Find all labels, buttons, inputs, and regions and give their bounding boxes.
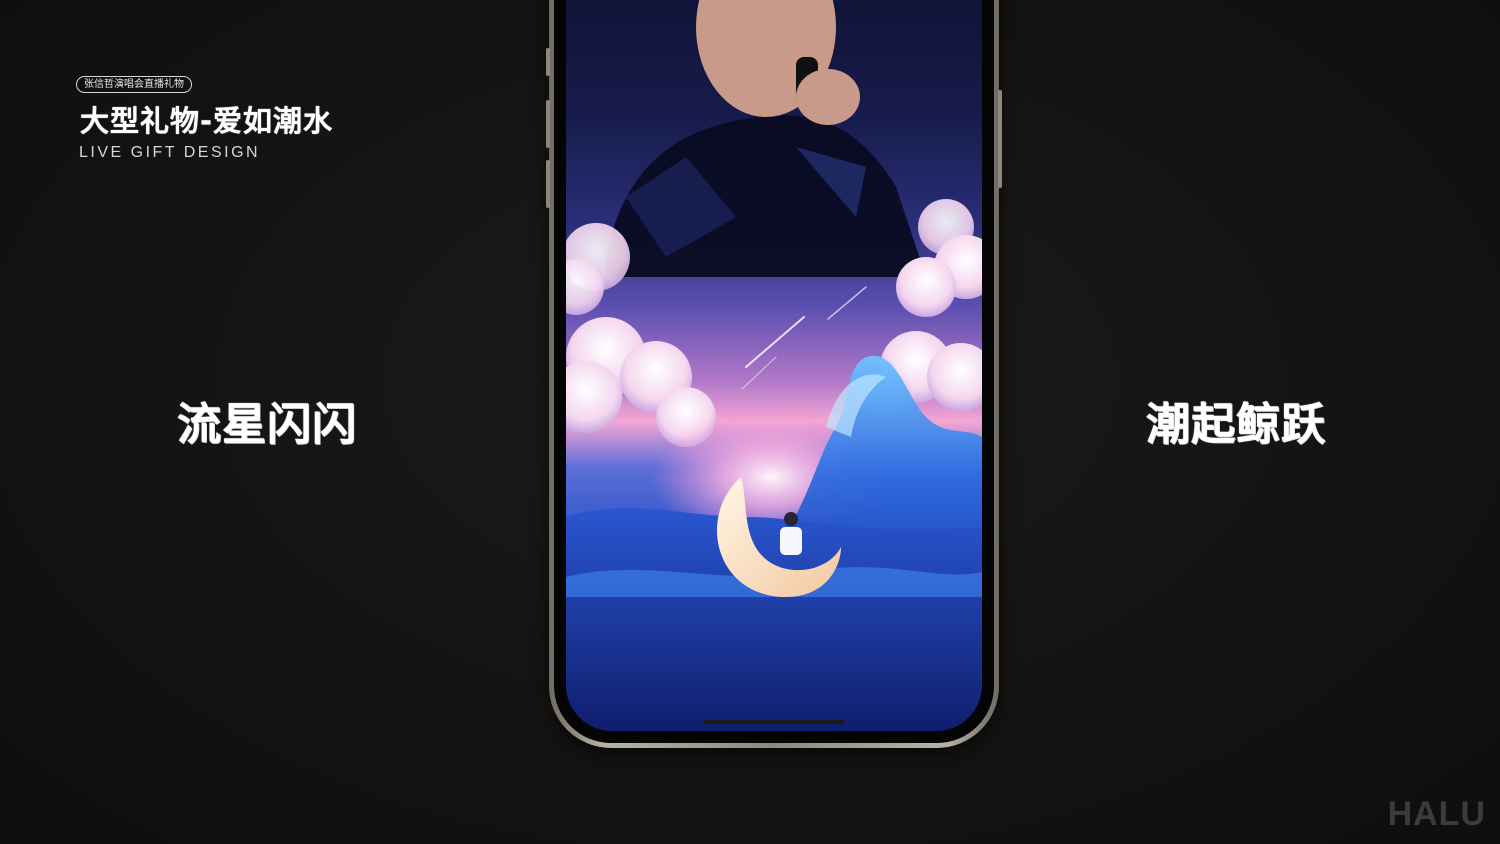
phone-screen bbox=[566, 0, 982, 731]
watermark-logo: HALU bbox=[1387, 795, 1486, 833]
phone-side-button bbox=[546, 48, 550, 76]
slide-canvas: 张信哲演唱会直播礼物 大型礼物-爱如潮水 LIVE GIFT DESIGN 流星… bbox=[0, 0, 1500, 844]
phone-power-button bbox=[998, 90, 1002, 188]
page-subtitle: LIVE GIFT DESIGN bbox=[79, 144, 261, 161]
caption-meteor: 流星闪闪 bbox=[177, 399, 357, 450]
meteor-streaks bbox=[741, 286, 867, 390]
category-badge: 张信哲演唱会直播礼物 bbox=[76, 76, 192, 93]
page-title: 大型礼物-爱如潮水 bbox=[80, 104, 334, 138]
caption-whale: 潮起鲸跃 bbox=[1146, 399, 1326, 450]
phone-volume-down-button bbox=[546, 160, 550, 208]
ocean bbox=[566, 508, 982, 731]
gift-animation-artwork bbox=[566, 0, 982, 731]
home-indicator bbox=[704, 720, 844, 724]
phone-volume-up-button bbox=[546, 100, 550, 148]
phone-mockup bbox=[546, 0, 1002, 748]
singer-figure bbox=[606, 0, 926, 277]
